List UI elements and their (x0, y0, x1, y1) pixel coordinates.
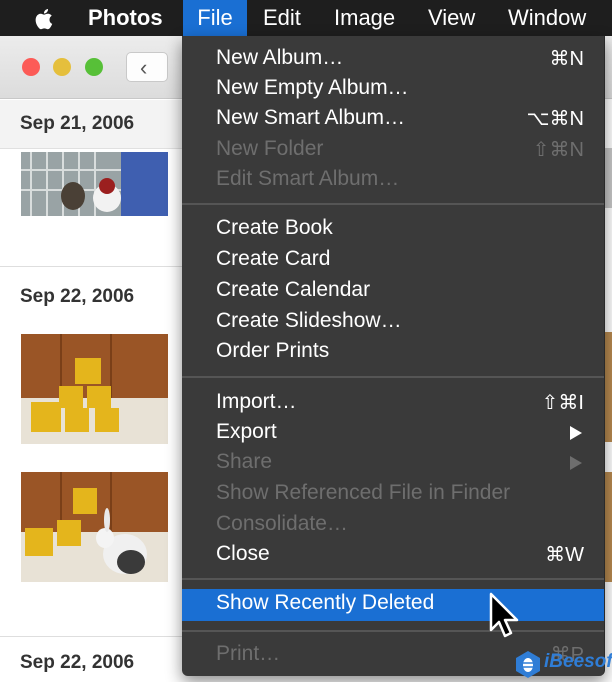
menu-item-label: Consolidate… (216, 512, 348, 535)
menu-item-share: Share (182, 448, 604, 478)
menu-item-shortcut: ⇧⌘N (532, 139, 584, 161)
menu-item-show-recently-deleted[interactable]: Show Recently Deleted (182, 589, 604, 621)
apple-logo-icon (35, 9, 53, 30)
photo-rabbit-boxes (21, 472, 168, 582)
menu-item-label: Import… (216, 390, 297, 413)
menu-item-label: New Empty Album… (216, 76, 409, 99)
mouse-pointer-icon (489, 592, 519, 638)
ibeesoft-watermark: iBeesoft (514, 649, 612, 679)
menu-separator (182, 630, 604, 632)
menu-item-label: New Smart Album… (216, 106, 406, 129)
chevron-left-icon: ‹ (140, 55, 148, 80)
menu-item-show-referenced-file: Show Referenced File in Finder (182, 479, 604, 509)
menu-item-new-smart-album[interactable]: New Smart Album… ⌥⌘N (182, 104, 604, 134)
menu-item-shortcut: ⌘N (549, 48, 584, 70)
menu-item-label: Show Referenced File in Finder (216, 481, 511, 504)
menu-item-export[interactable]: Export (182, 418, 604, 448)
menu-item-label: Print… (216, 642, 281, 665)
menu-item-edit-smart-album: Edit Smart Album… (182, 165, 604, 195)
photo-boxes (21, 334, 168, 444)
menu-item-label: Export (216, 420, 277, 443)
zoom-window-button[interactable] (85, 58, 103, 76)
menu-edit[interactable]: Edit (263, 0, 301, 36)
menu-image[interactable]: Image (334, 0, 395, 36)
menu-separator (182, 578, 604, 580)
apple-menu-icon[interactable] (34, 0, 56, 36)
menu-separator (182, 376, 604, 378)
menu-item-label: New Album… (216, 46, 344, 69)
date-header: Sep 21, 2006 (0, 100, 182, 149)
menu-item-close[interactable]: Close ⌘W (182, 540, 604, 570)
menu-file[interactable]: File (183, 0, 247, 36)
date-label: Sep 22, 2006 (20, 652, 135, 673)
menu-item-create-slideshow[interactable]: Create Slideshow… (182, 307, 604, 337)
menu-window[interactable]: Window (508, 0, 586, 36)
menu-item-order-prints[interactable]: Order Prints (182, 337, 604, 367)
menu-separator (182, 203, 604, 205)
date-label: Sep 21, 2006 (20, 113, 135, 134)
menu-item-create-calendar[interactable]: Create Calendar (182, 276, 604, 306)
menu-item-label: Close (216, 542, 270, 565)
menu-item-label: Share (216, 450, 273, 473)
menu-item-label: New Folder (216, 137, 324, 160)
menu-item-label: Edit Smart Album… (216, 167, 400, 190)
menu-item-label: Create Calendar (216, 278, 371, 301)
menu-item-label: Create Card (216, 247, 331, 270)
menu-item-consolidate: Consolidate… (182, 510, 604, 540)
menu-item-label: Create Book (216, 216, 333, 239)
photo-rabbit-cage (21, 152, 168, 216)
bee-logo-icon (516, 651, 540, 678)
watermark-text: iBeesoft (544, 651, 612, 672)
menu-item-label: Create Slideshow… (216, 309, 402, 332)
back-button[interactable]: ‹ (126, 52, 168, 82)
menu-item-label: Show Recently Deleted (216, 591, 435, 614)
menu-item-new-album[interactable]: New Album… ⌘N (182, 44, 604, 74)
menu-item-label: Order Prints (216, 339, 330, 362)
close-window-button[interactable] (22, 58, 40, 76)
date-label: Sep 22, 2006 (20, 286, 135, 307)
photo-thumbnail[interactable] (21, 472, 168, 582)
photo-thumbnail[interactable] (21, 152, 168, 216)
menu-bar: Photos File Edit Image View Window (0, 0, 612, 36)
menu-item-new-empty-album[interactable]: New Empty Album… (182, 74, 604, 104)
submenu-arrow-icon (570, 456, 582, 470)
menu-item-shortcut: ⌥⌘N (526, 108, 585, 130)
submenu-arrow-icon (570, 426, 582, 440)
menu-item-import[interactable]: Import… ⇧⌘I (182, 388, 604, 418)
minimize-window-button[interactable] (53, 58, 71, 76)
menu-item-shortcut: ⇧⌘I (541, 392, 584, 414)
app-menu-photos[interactable]: Photos (88, 0, 163, 36)
photo-thumbnail[interactable] (21, 334, 168, 444)
menu-item-create-card[interactable]: Create Card (182, 245, 604, 275)
menu-item-new-folder: New Folder ⇧⌘N (182, 135, 604, 165)
menu-item-shortcut: ⌘W (545, 544, 584, 566)
menu-item-create-book[interactable]: Create Book (182, 214, 604, 244)
file-menu-dropdown: New Album… ⌘N New Empty Album… New Smart… (182, 36, 605, 676)
menu-view[interactable]: View (428, 0, 475, 36)
section-divider (0, 266, 182, 267)
section-divider (0, 636, 182, 637)
